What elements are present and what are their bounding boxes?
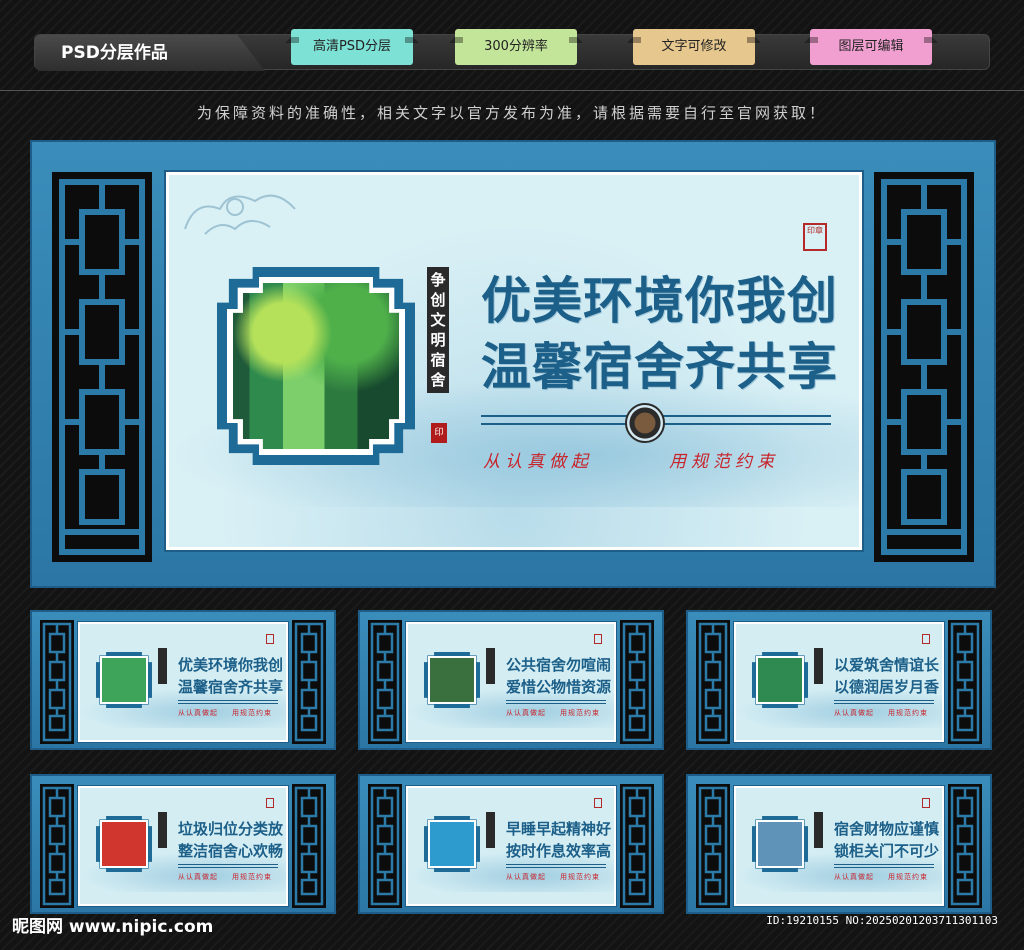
- tag-hd-psd: 高清PSD分层: [285, 29, 419, 65]
- lattice-left: [368, 784, 402, 908]
- thumbnail-line-1: 以爱筑舍情谊长: [834, 656, 940, 674]
- headline-line-1: 优美环境你我创: [481, 271, 838, 330]
- vertical-tag: [486, 648, 495, 684]
- lattice-left: [40, 620, 74, 744]
- thumbnail-line-1: 早睡早起精神好: [506, 820, 612, 838]
- slogan-right: 用规范约束: [888, 709, 928, 717]
- fret-divider: [178, 700, 278, 704]
- thumbnail-line-2: 以德润居岁月香: [834, 678, 940, 696]
- thumbnail-line-1: 宿舍财物应谨慎: [834, 820, 940, 838]
- thumbnail-panel: 优美环境你我创 温馨宿舍齐共享从认真做起 用规范约束: [78, 622, 288, 742]
- vertical-tag: 争创文明宿舍: [427, 267, 449, 393]
- cloud-icon: [184, 194, 296, 235]
- thumbnail-line-2: 温馨宿舍齐共享: [178, 678, 284, 696]
- slogan-left: 从认真做起: [506, 709, 546, 717]
- lotus-photo-icon: [752, 652, 808, 708]
- red-seal-icon: [922, 798, 930, 808]
- thumbnail-line-2: 整洁宿舍心欢畅: [178, 842, 284, 860]
- top-bar: PSD分层作品 高清PSD分层 300分辨率 文字可修改 图层可编辑: [34, 29, 990, 71]
- lattice-right: [874, 172, 974, 562]
- thumbnail-panel: 以爱筑舍情谊长 以德润居岁月香从认真做起 用规范约束: [734, 622, 944, 742]
- site-logo: 昵图网 www.nipic.com: [12, 917, 214, 937]
- bronze-ding-icon: [625, 403, 665, 443]
- small-seal-icon: 印: [431, 423, 447, 443]
- lattice-right: [948, 620, 982, 744]
- thumbnail-line-2: 锁柜关门不可少: [834, 842, 940, 860]
- lattice-left: [368, 620, 402, 744]
- main-panel: 争创文明宿舍 印 优美环境你我创 温馨宿舍齐共享 从认真做起 用规范约束 印章: [166, 172, 862, 550]
- slogan-left: 从认真做起: [483, 452, 593, 472]
- thumbnail-line-2: 按时作息效率高: [506, 842, 612, 860]
- slogan-right: 用规范约束: [888, 873, 928, 881]
- thumbnail-panel: 宿舍财物应谨慎 锁柜关门不可少从认真做起 用规范约束: [734, 786, 944, 906]
- red-seal-icon: [594, 798, 602, 808]
- forest-photo-icon: [233, 283, 399, 449]
- tag-editable-text: 文字可修改: [627, 29, 761, 65]
- thumbnail-line-2: 爱惜公物惜资源: [506, 678, 612, 696]
- image-id: ID:19210155 NO:20250201203711301103: [766, 914, 998, 927]
- thumbnail-card: 宿舍财物应谨慎 锁柜关门不可少从认真做起 用规范约束: [686, 774, 992, 914]
- tag-resolution: 300分辨率: [449, 29, 583, 65]
- slogan-right: 用规范约束: [669, 452, 779, 472]
- red-seal-icon: [594, 634, 602, 644]
- slogan-left: 从认真做起: [178, 709, 218, 717]
- slogan-left: 从认真做起: [506, 873, 546, 881]
- thumbnail-line-1: 优美环境你我创: [178, 656, 284, 674]
- fret-divider: [506, 700, 606, 704]
- slogan-right: 用规范约束: [232, 709, 272, 717]
- thumbnail-card: 以爱筑舍情谊长 以德润居岁月香从认真做起 用规范约束: [686, 610, 992, 750]
- thumbnail-card: 垃圾归位分类放 整洁宿舍心欢畅从认真做起 用规范约束: [30, 774, 336, 914]
- slogan-left: 从认真做起: [178, 873, 218, 881]
- lattice-right: [292, 784, 326, 908]
- fret-divider: [834, 864, 934, 868]
- tag-editable-layers: 图层可编辑: [804, 29, 938, 65]
- tulip-photo-icon: [96, 816, 152, 872]
- ding-photo-icon: [752, 816, 808, 872]
- thumbnail-card: 优美环境你我创 温馨宿舍齐共享从认真做起 用规范约束: [30, 610, 336, 750]
- forest-photo-icon: [96, 652, 152, 708]
- dandelion-photo-icon: [424, 816, 480, 872]
- thumbnail-line-1: 垃圾归位分类放: [178, 820, 284, 838]
- headline-line-2: 温馨宿舍齐共享: [481, 337, 838, 396]
- vertical-tag: [486, 812, 495, 848]
- lattice-right: [948, 784, 982, 908]
- vertical-tag: [814, 648, 823, 684]
- fret-divider: [506, 864, 606, 868]
- lattice-left: [696, 784, 730, 908]
- main-board: 争创文明宿舍 印 优美环境你我创 温馨宿舍齐共享 从认真做起 用规范约束 印章: [30, 140, 996, 588]
- slogan-right: 用规范约束: [560, 709, 600, 717]
- thumbnail-panel: 垃圾归位分类放 整洁宿舍心欢畅从认真做起 用规范约束: [78, 786, 288, 906]
- notice-text: 为保障资料的准确性，相关文字以官方发布为准，请根据需要自行至官网获取！: [196, 104, 827, 122]
- thumbnail-card: 公共宿舍勿喧闹 爱惜公物惜资源从认真做起 用规范约束: [358, 610, 664, 750]
- slogan-left: 从认真做起: [834, 709, 874, 717]
- lattice-right: [620, 620, 654, 744]
- red-seal-icon: [266, 634, 274, 644]
- vertical-tag: [158, 648, 167, 684]
- lattice-left: [52, 172, 152, 562]
- thumbnail-line-1: 公共宿舍勿喧闹: [506, 656, 612, 674]
- pavilion-photo-icon: [424, 652, 480, 708]
- slogan-left: 从认真做起: [834, 873, 874, 881]
- vertical-tag: [158, 812, 167, 848]
- red-seal-icon: [922, 634, 930, 644]
- slogan-right: 用规范约束: [560, 873, 600, 881]
- fret-divider: [834, 700, 934, 704]
- slogan-right: 用规范约束: [232, 873, 272, 881]
- lattice-left: [696, 620, 730, 744]
- thumbnail-panel: 早睡早起精神好 按时作息效率高从认真做起 用规范约束: [406, 786, 616, 906]
- lattice-right: [292, 620, 326, 744]
- brand-label: PSD分层作品: [35, 35, 265, 71]
- lattice-left: [40, 784, 74, 908]
- vertical-tag: [814, 812, 823, 848]
- lattice-right: [620, 784, 654, 908]
- fret-divider: [178, 864, 278, 868]
- thumbnail-card: 早睡早起精神好 按时作息效率高从认真做起 用规范约束: [358, 774, 664, 914]
- red-seal-icon: [266, 798, 274, 808]
- photo-frame: [217, 267, 415, 465]
- divider: [0, 90, 1024, 91]
- thumbnail-panel: 公共宿舍勿喧闹 爱惜公物惜资源从认真做起 用规范约束: [406, 622, 616, 742]
- red-seal-icon: 印章: [803, 223, 827, 251]
